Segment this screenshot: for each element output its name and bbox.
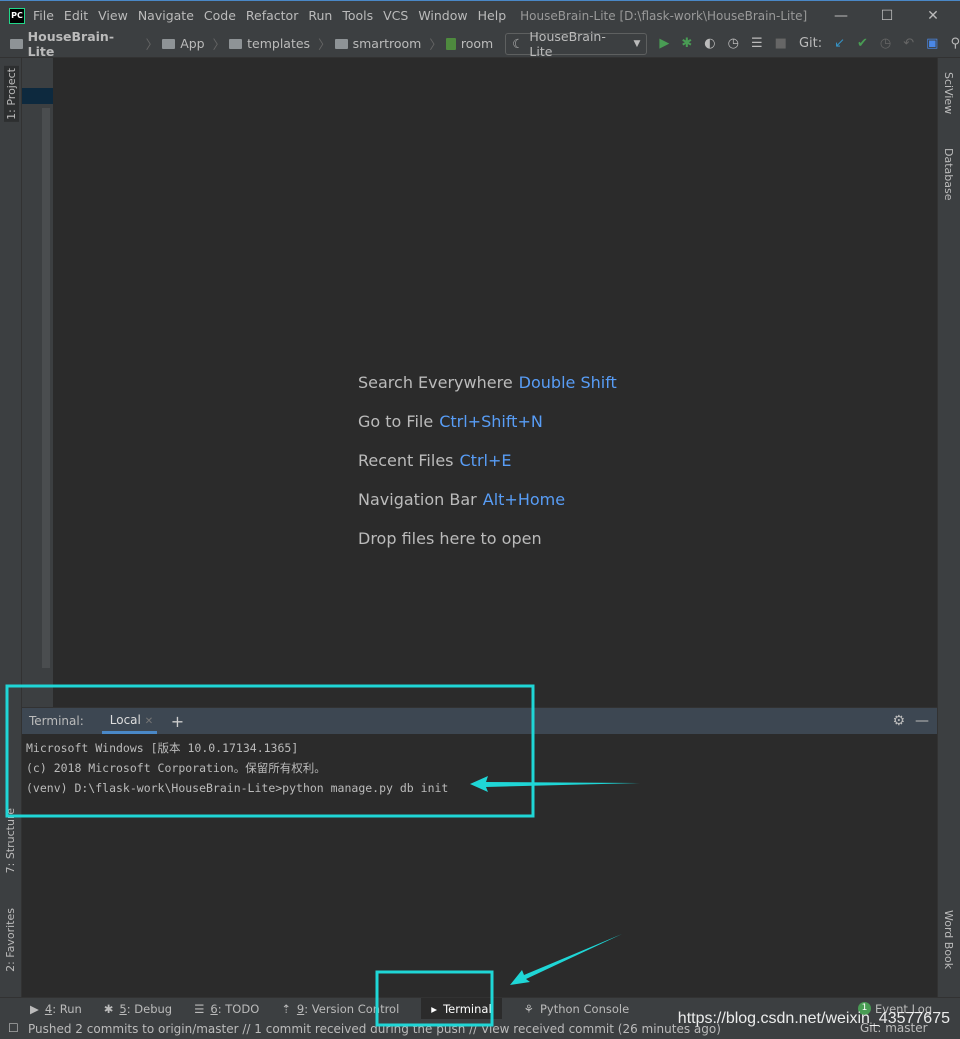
hint-drop-files: Drop files here to open [358,529,542,548]
breadcrumb-templates[interactable]: templates [229,36,310,51]
terminal-line: (c) 2018 Microsoft Corporation。保留所有权利。 [26,761,326,775]
close-tab-icon[interactable]: ✕ [145,716,153,727]
title-bar: PC File Edit View Navigate Code Refactor… [0,0,960,30]
git-update-icon[interactable]: ↙ [834,36,845,51]
hint-go-to-file: Go to File Ctrl+Shift+N [358,412,543,431]
hide-minus-icon[interactable]: — [915,713,929,729]
new-tab-plus-icon[interactable]: + [171,712,184,731]
debug-icon[interactable]: ✱ [681,36,692,51]
profile-icon[interactable]: ◷ [728,36,739,51]
watermark: https://blog.csdn.net/weixin_43577675 [677,1010,950,1027]
stop-icon[interactable]: ■ [775,36,787,51]
tab-word-book[interactable]: Word Book [942,910,955,969]
menu-file[interactable]: File [33,8,54,23]
python-icon: ☾ [512,36,524,51]
git-label: Git: [798,36,823,51]
window-title: HouseBrain-Lite [D:\flask-work\HouseBrai… [520,8,808,23]
right-tool-strip: SciView Database Word Book [937,58,960,997]
list-icon: ☰ [194,1001,205,1016]
history-icon[interactable]: ◷ [880,36,891,51]
terminal-output[interactable]: Microsoft Windows [版本 10.0.17134.1365] (… [22,734,937,997]
breadcrumb-app[interactable]: App [162,36,205,51]
breadcrumb-room[interactable]: room [445,36,493,51]
settings-gear-icon[interactable]: ⚙ [892,713,905,729]
chevron-down-icon: ▼ [633,38,641,49]
folder-icon [334,38,348,49]
menu-window[interactable]: Window [418,8,467,23]
menu-view[interactable]: View [98,8,128,23]
tab-structure[interactable]: 7: Structure [4,808,17,873]
menu-help[interactable]: Help [478,8,507,23]
navigation-bar: HouseBrain-Lite 〉 App 〉 templates 〉 smartro… [0,29,960,59]
close-icon[interactable]: ✕ [910,1,956,31]
breadcrumb-project[interactable]: HouseBrain-Lite [10,29,138,59]
tool-python-console[interactable]: ⚘ Python Console [524,1002,629,1016]
terminal-line: (venv) D:\flask-work\HouseBrain-Lite>pyt… [26,781,449,795]
left-tool-strip: 1: Project 7: Structure 2: Favorites [0,58,22,997]
search-icon[interactable]: ⚲ [950,36,960,51]
folder-icon [10,38,23,49]
maximize-icon[interactable]: ☐ [864,1,910,31]
project-panel-collapsed [22,58,53,707]
menu-run[interactable]: Run [308,8,332,23]
git-commit-icon[interactable]: ✔ [857,36,868,51]
html-file-icon [445,37,456,50]
folder-icon [162,38,176,49]
hint-recent-files: Recent Files Ctrl+E [358,451,512,470]
coverage-icon[interactable]: ◐ [704,36,715,51]
terminal-label: Terminal: [29,714,84,728]
tab-local[interactable]: Local ✕ [101,709,157,734]
python-icon: ⚘ [523,1001,534,1016]
scrollbar[interactable] [42,108,50,668]
play-icon: ▶ [30,1001,39,1016]
bug-icon: ✱ [103,1001,114,1016]
toggle-tool-windows-icon[interactable]: ☐ [8,1021,19,1035]
tab-sciview[interactable]: SciView [942,72,955,114]
menu-vcs[interactable]: VCS [383,8,408,23]
menu-navigate[interactable]: Navigate [138,8,194,23]
menu-code[interactable]: Code [204,8,236,23]
status-message[interactable]: Pushed 2 commits to origin/master // 1 c… [28,1022,721,1036]
tool-run[interactable]: ▶ 4: Run [30,1002,82,1016]
tab-project[interactable]: 1: Project [4,66,19,122]
menu-refactor[interactable]: Refactor [246,8,298,23]
tab-database[interactable]: Database [942,148,955,201]
project-tree-selected-row[interactable] [22,88,53,104]
hint-navigation-bar: Navigation Bar Alt+Home [358,490,566,509]
breadcrumb-smartroom[interactable]: smartroom [334,36,421,51]
hint-search-everywhere: Search Everywhere Double Shift [358,373,617,392]
tab-favorites[interactable]: 2: Favorites [4,908,17,972]
tool-version-control[interactable]: ⇡ 9: Version Control [281,1002,399,1016]
menu-edit[interactable]: Edit [64,8,88,23]
translate-icon[interactable]: ▣ [926,36,938,51]
terminal-header: Terminal: Local ✕ + ⚙ — [22,707,937,734]
tool-terminal[interactable]: ▸ Terminal [421,997,502,1020]
terminal-line: Microsoft Windows [版本 10.0.17134.1365] [26,741,299,755]
run-icon[interactable]: ▶ [659,36,669,51]
revert-icon[interactable]: ↶ [903,36,914,51]
minimize-icon[interactable]: — [818,1,864,31]
run-configuration-select[interactable]: ☾ HouseBrain-Lite ▼ [505,29,648,59]
terminal-icon: ▸ [431,1001,438,1016]
vcs-icon: ⇡ [281,1001,291,1016]
tool-debug[interactable]: ✱ 5: Debug [104,1002,172,1016]
tool-todo[interactable]: ☰ 6: TODO [194,1002,259,1016]
concurrency-icon[interactable]: ☰ [751,36,763,51]
folder-icon [229,38,243,49]
menu-tools[interactable]: Tools [342,8,373,23]
pycharm-logo: PC [9,7,25,24]
